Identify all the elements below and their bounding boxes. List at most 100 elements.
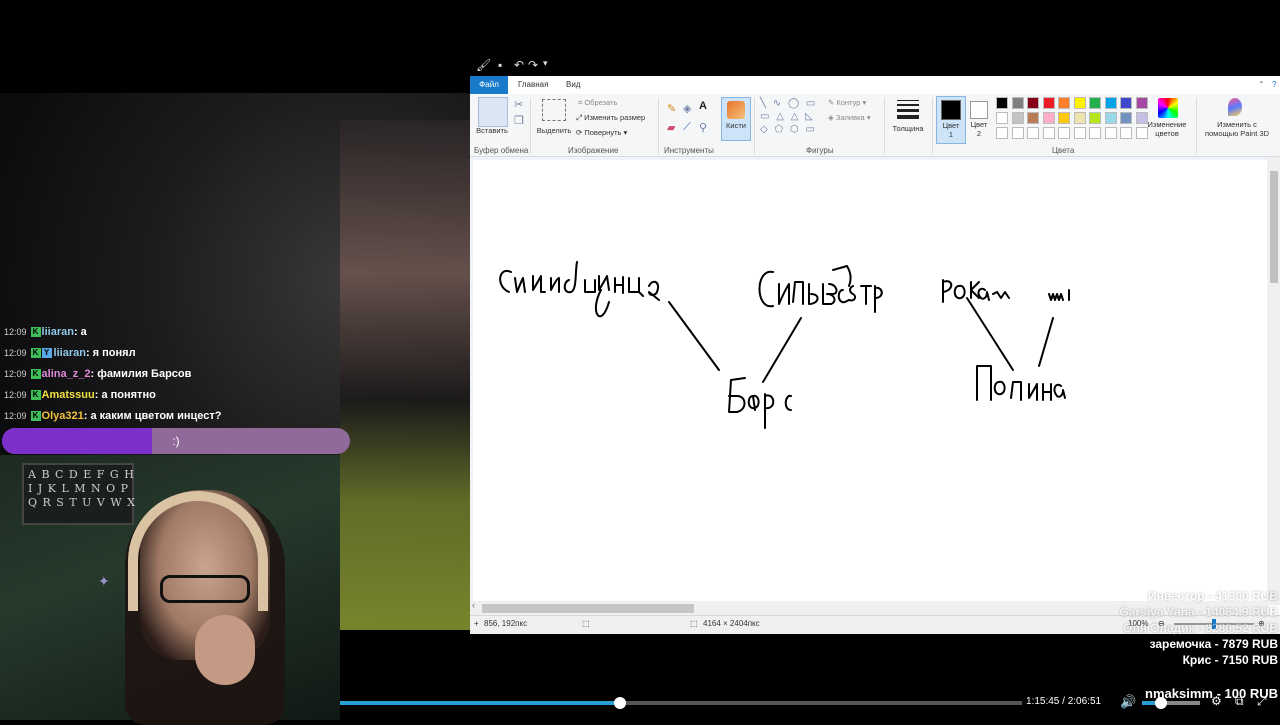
crop-label: Обрезать: [584, 98, 618, 107]
fill-button[interactable]: ◈ Заливка ▾: [828, 113, 871, 122]
eraser-icon[interactable]: ▰: [667, 121, 675, 134]
chat-username: Amatssuu: [41, 389, 95, 401]
palette-swatch-empty[interactable]: [1058, 127, 1070, 139]
prime-badge-icon: Y: [41, 348, 52, 359]
selection-size-icon: ⬚: [582, 619, 590, 628]
palette-swatch[interactable]: [996, 112, 1008, 124]
seek-handle[interactable]: [614, 697, 627, 709]
shapes-gallery-row2[interactable]: ▭ △ △ ◺: [760, 111, 815, 122]
tab-view[interactable]: Вид: [558, 76, 588, 94]
cursor-position-icon: +: [474, 619, 479, 628]
shapes-gallery-row3[interactable]: ◇ ⬠ ⬡ ▭: [760, 124, 817, 135]
volume-icon[interactable]: 🔊: [1120, 694, 1136, 710]
select-button[interactable]: Выделить: [534, 126, 574, 135]
current-time: 1:15:45: [1026, 696, 1060, 707]
redo-icon[interactable]: ↷: [528, 58, 538, 72]
copy-icon[interactable]: ❐: [514, 114, 524, 127]
canvas-area: [470, 157, 1280, 605]
edit-colors-icon[interactable]: [1158, 98, 1178, 118]
palette-swatch-empty[interactable]: [1120, 127, 1132, 139]
fill-icon[interactable]: ◈: [683, 102, 691, 115]
rotate-button[interactable]: ⟳ Повернуть ▾: [576, 128, 627, 137]
chat-username: liiaran: [41, 326, 74, 338]
palette-swatch-empty[interactable]: [1089, 127, 1101, 139]
palette-swatch-empty[interactable]: [1042, 127, 1055, 139]
help-icon[interactable]: ?: [1264, 76, 1280, 94]
chat-message: 12:09 K Amatssuu: а понятно: [4, 389, 156, 401]
palette-swatch[interactable]: [1073, 112, 1086, 124]
tab-file[interactable]: Файл: [470, 76, 508, 94]
chat-text: а каким цветом инцест?: [90, 410, 222, 422]
resize-button[interactable]: ⤢ Изменить размер: [576, 113, 645, 123]
palette-swatch[interactable]: [1042, 112, 1055, 124]
color2-label: Цвет 2: [970, 120, 988, 138]
palette-swatch[interactable]: [1135, 97, 1148, 109]
color1-button[interactable]: Цвет 1: [936, 96, 966, 144]
cut-icon[interactable]: ✂: [514, 98, 523, 111]
chat-text: фамилия Барсов: [97, 368, 192, 380]
alphabet-board: A B C D E F G H I J K L M N O P Q R S T …: [22, 463, 135, 525]
crop-button[interactable]: ⌗ Обрезать: [578, 98, 617, 108]
color-picker-icon[interactable]: ⟋: [683, 121, 691, 134]
paint3d-button[interactable]: Изменить с помощью Paint 3D: [1202, 120, 1272, 138]
select-icon[interactable]: [542, 99, 566, 121]
magnifier-icon[interactable]: ⚲: [699, 121, 707, 134]
size-button[interactable]: Толщина: [888, 124, 928, 133]
volume-slider[interactable]: [1142, 697, 1200, 709]
palette-swatch-empty[interactable]: [996, 127, 1008, 139]
palette-swatch-empty[interactable]: [1011, 127, 1024, 139]
chat-message: 12:09 Kliiaran: а: [4, 326, 87, 338]
drawing-canvas[interactable]: [473, 160, 1267, 602]
palette-swatch[interactable]: [996, 97, 1008, 109]
palette-swatch[interactable]: [1027, 97, 1039, 109]
scroll-left-icon[interactable]: ‹: [472, 600, 475, 610]
palette-swatch[interactable]: [1089, 112, 1101, 124]
pencil-icon[interactable]: ✎: [667, 102, 676, 115]
palette-swatch[interactable]: [1120, 97, 1132, 109]
palette-swatch[interactable]: [1042, 97, 1055, 109]
seek-bar-progress: [340, 701, 621, 705]
tab-home[interactable]: Главная: [510, 76, 556, 94]
vertical-scroll-thumb[interactable]: [1270, 171, 1278, 283]
palette-swatch-empty[interactable]: [1073, 127, 1086, 139]
paste-icon[interactable]: [478, 97, 508, 127]
palette-swatch[interactable]: [1104, 97, 1117, 109]
donation-item: Инвестор - 41300 RUB: [1147, 589, 1278, 603]
palette-swatch[interactable]: [1089, 97, 1101, 109]
chat-username: alina_z_2: [41, 368, 91, 380]
connector-line: [966, 297, 1014, 371]
volume-handle[interactable]: [1155, 697, 1168, 709]
palette-swatch-empty[interactable]: [1104, 127, 1117, 139]
shapes-gallery-icon[interactable]: ╲ ∿ ◯ ▭: [760, 98, 817, 109]
palette-swatch[interactable]: [1058, 112, 1070, 124]
palette-swatch-empty[interactable]: [1027, 127, 1039, 139]
customize-toolbar-icon[interactable]: ▾: [543, 58, 548, 69]
palette-swatch[interactable]: [1058, 97, 1070, 109]
time-separator: /: [1062, 696, 1065, 707]
size-icon[interactable]: [897, 100, 919, 119]
color2-button[interactable]: Цвет 2: [967, 96, 991, 142]
text-icon[interactable]: A: [699, 100, 707, 112]
seek-bar[interactable]: [340, 697, 1022, 709]
outline-button[interactable]: ✎ Контур ▾: [828, 98, 866, 107]
chat-username: liiaran: [53, 347, 86, 359]
paint3d-icon[interactable]: [1228, 98, 1242, 116]
settings-gear-icon[interactable]: ⚙: [1211, 694, 1222, 708]
palette-swatch[interactable]: [1011, 97, 1024, 109]
colors-group-label: Цвета: [1052, 146, 1075, 155]
palette-swatch[interactable]: [1073, 97, 1086, 109]
paint-window: 🖌 ▪ ↶ ↷ ▾ Файл Главная Вид ⌃ ? Вставить …: [470, 56, 1280, 634]
palette-swatch[interactable]: [1120, 112, 1132, 124]
horizontal-scroll-thumb[interactable]: [482, 604, 694, 613]
paste-button[interactable]: Вставить: [472, 126, 512, 135]
undo-icon[interactable]: ↶: [514, 58, 524, 72]
chat-text: я понял: [92, 347, 136, 359]
brushes-button[interactable]: Кисти: [721, 97, 751, 141]
palette-swatch[interactable]: [1011, 112, 1024, 124]
theater-mode-icon[interactable]: ⧉: [1235, 694, 1244, 709]
edit-colors-button[interactable]: Изменение цветов: [1142, 120, 1192, 138]
palette-swatch[interactable]: [1104, 112, 1117, 124]
save-icon[interactable]: ▪: [498, 58, 502, 72]
fullscreen-icon[interactable]: ⤢: [1257, 694, 1267, 709]
palette-swatch[interactable]: [1027, 112, 1039, 124]
